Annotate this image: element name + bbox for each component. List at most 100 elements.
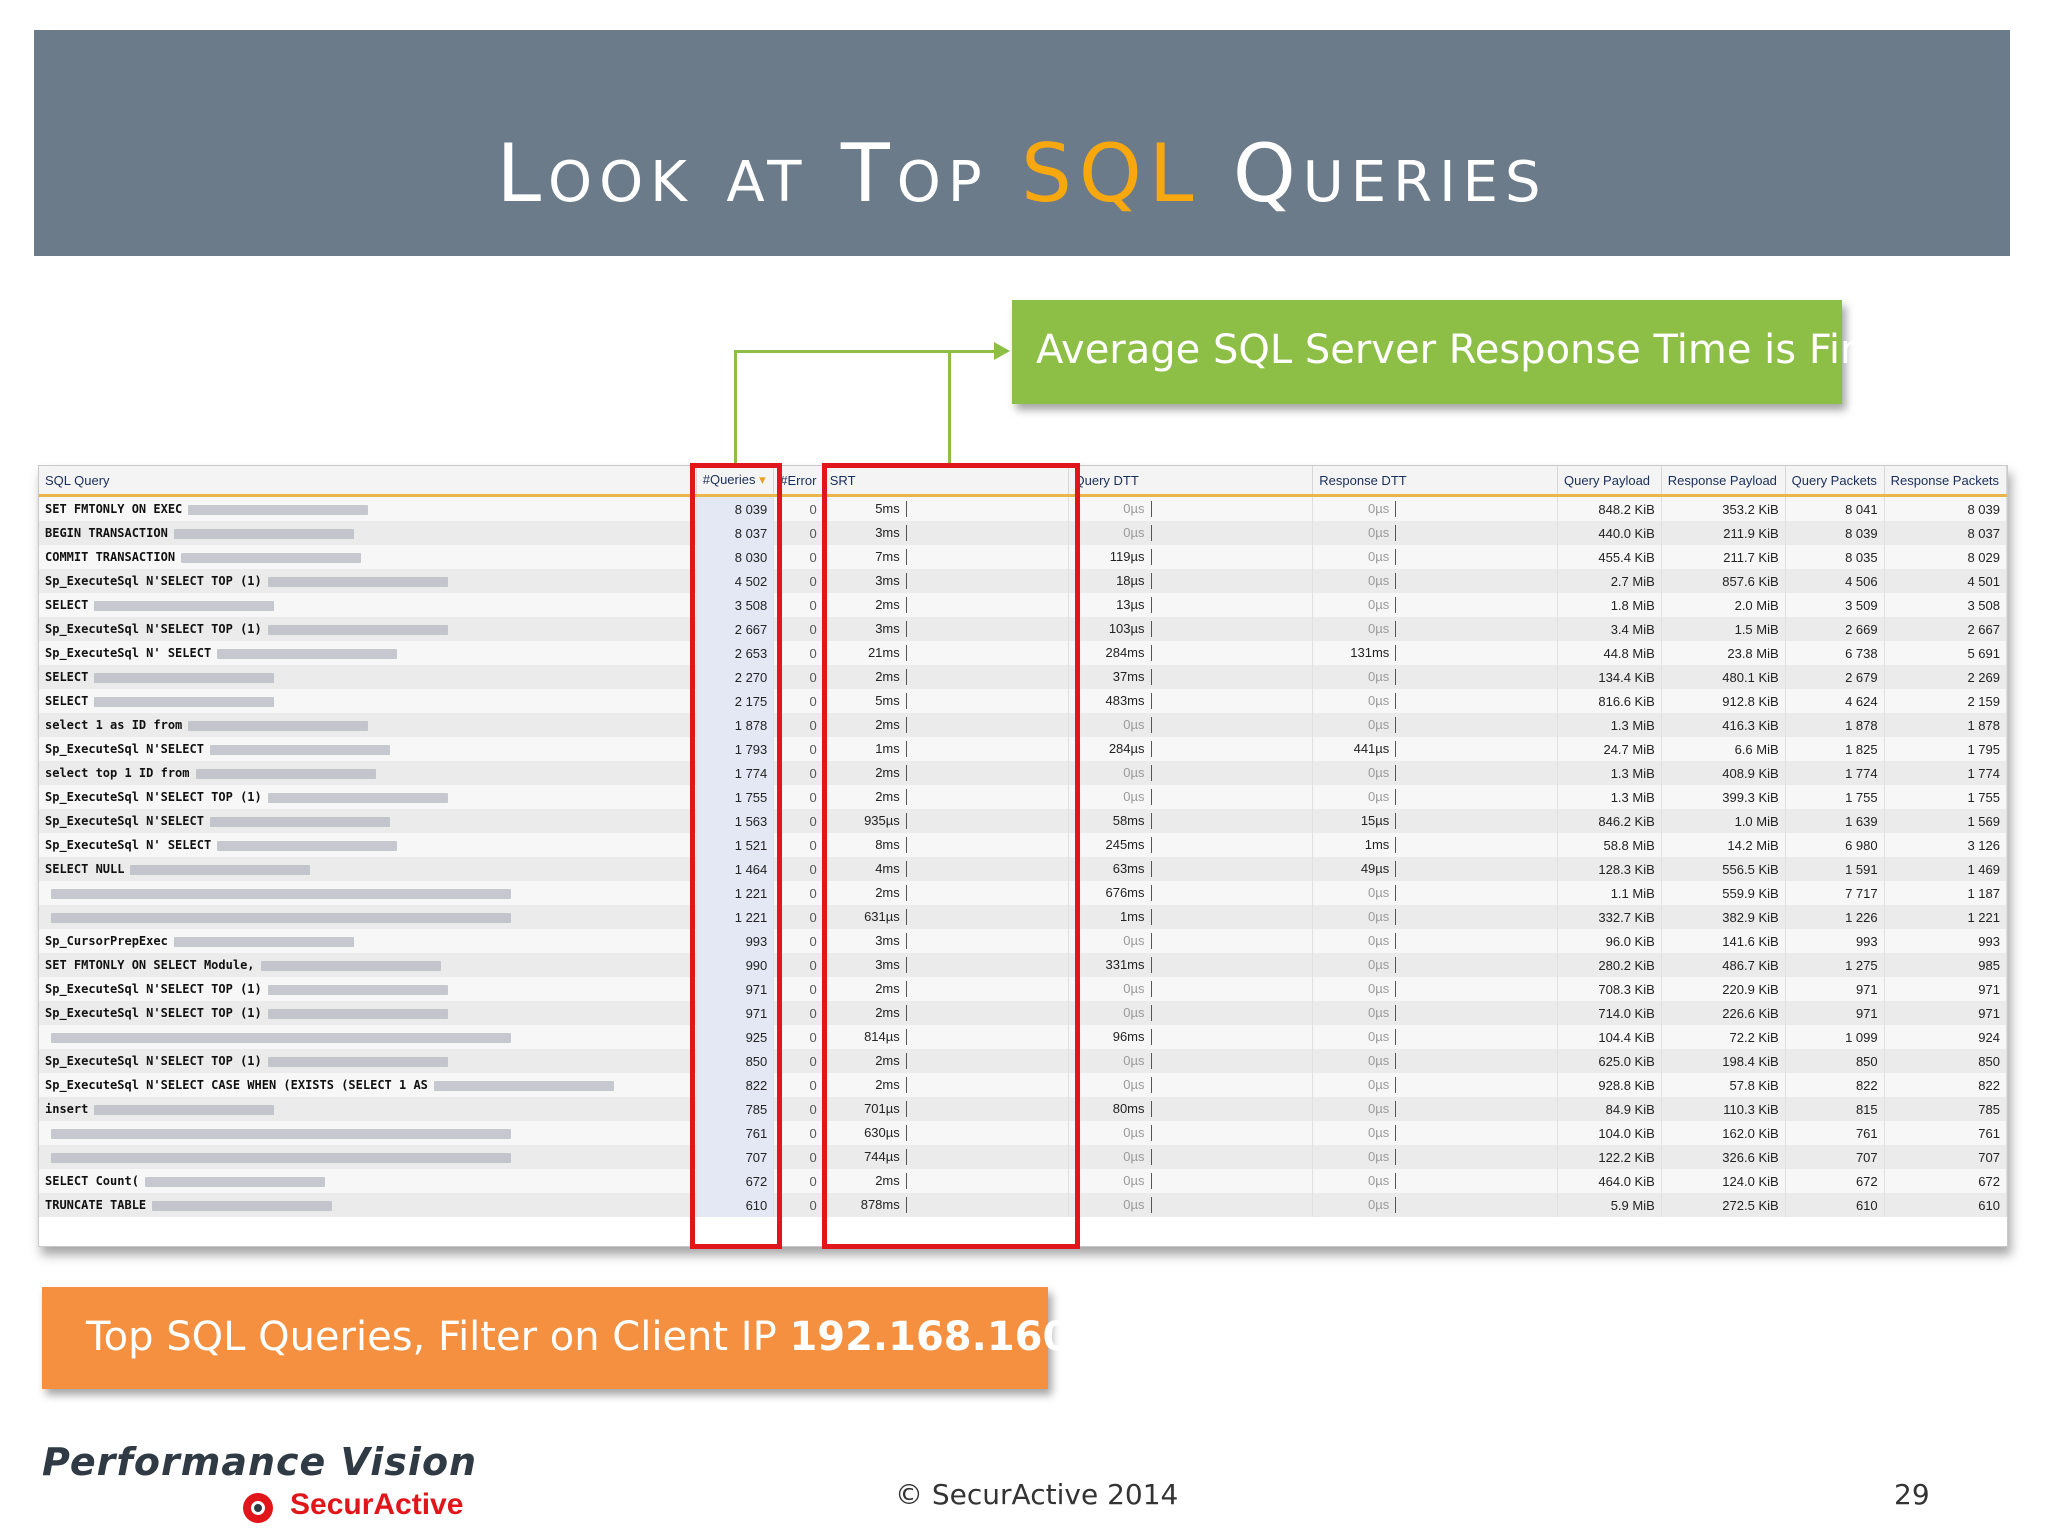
query-payload-cell: 464.0 KiB — [1557, 1169, 1662, 1193]
query-payload-cell: 1.3 MiB — [1557, 713, 1662, 737]
response-dtt-cell: 49µs — [1312, 857, 1559, 881]
response-dtt-cell: 0µs — [1312, 521, 1559, 545]
distribution-tick — [1150, 981, 1152, 998]
query-dtt-cell: 0µs — [1068, 713, 1314, 737]
slide-title: Look at Top SQL Queries — [496, 127, 1548, 220]
query-dtt-cell: 0µs — [1068, 1049, 1314, 1073]
metric-value: 0µs — [1368, 668, 1390, 684]
query-payload-cell: 455.4 KiB — [1557, 545, 1662, 569]
response-packets-cell: 8 029 — [1884, 545, 2008, 569]
col-sql-query[interactable]: SQL Query — [39, 466, 697, 497]
response-payload-cell: 23.8 MiB — [1661, 641, 1786, 665]
redacted-text — [173, 936, 354, 947]
response-dtt-cell: 0µs — [1312, 1025, 1559, 1049]
distribution-tick — [1150, 1197, 1152, 1214]
distribution-tick — [1150, 573, 1152, 590]
sql-query-cell: Sp_ExecuteSql N'SELECT TOP (1) — [39, 1049, 697, 1073]
col-query-dtt[interactable]: Query DTT — [1068, 466, 1314, 497]
redacted-text — [267, 984, 448, 995]
metric-value: 0µs — [1368, 572, 1390, 588]
query-payload-cell: 1.3 MiB — [1557, 785, 1662, 809]
query-dtt-cell: 284ms — [1068, 641, 1314, 665]
sql-query-cell: Sp_ExecuteSql N'SELECT — [39, 809, 697, 833]
sql-query-cell — [39, 881, 697, 905]
query-payload-cell: 1.8 MiB — [1557, 593, 1662, 617]
distribution-tick — [1395, 645, 1397, 662]
sql-query-cell: Sp_ExecuteSql N'SELECT TOP (1) — [39, 617, 697, 641]
query-dtt-cell: 18µs — [1068, 569, 1314, 593]
response-packets-cell: 2 159 — [1884, 689, 2008, 713]
metric-value: 0µs — [1368, 932, 1390, 948]
query-payload-cell: 846.2 KiB — [1557, 809, 1662, 833]
query-dtt-cell: 58ms — [1068, 809, 1314, 833]
response-packets-cell: 924 — [1884, 1025, 2008, 1049]
distribution-tick — [1395, 885, 1397, 902]
col-query-packets[interactable]: Query Packets — [1785, 466, 1885, 497]
query-packets-cell: 3 509 — [1785, 593, 1885, 617]
query-payload-cell: 104.0 KiB — [1557, 1121, 1662, 1145]
callout-filter: Top SQL Queries, Filter on Client IP 192… — [42, 1287, 1113, 1389]
response-dtt-cell: 0µs — [1312, 881, 1559, 905]
query-dtt-cell: 103µs — [1068, 617, 1314, 641]
metric-value: 0µs — [1368, 1052, 1390, 1068]
col-response-packets[interactable]: Response Packets — [1884, 466, 2008, 497]
distribution-tick — [1150, 621, 1152, 638]
distribution-tick — [1395, 693, 1397, 710]
distribution-tick — [1150, 1125, 1152, 1142]
col-query-payload[interactable]: Query Payload — [1557, 466, 1662, 497]
metric-value: 0µs — [1123, 500, 1145, 516]
response-dtt-cell: 0µs — [1312, 545, 1559, 569]
col-response-payload[interactable]: Response Payload — [1661, 466, 1786, 497]
metric-value: 0µs — [1368, 596, 1390, 612]
response-packets-cell: 1 569 — [1884, 809, 2008, 833]
distribution-tick — [1150, 933, 1152, 950]
distribution-tick — [1150, 813, 1152, 830]
redacted-text — [173, 528, 354, 539]
metric-value: 331ms — [1105, 956, 1145, 972]
sql-query-cell: BEGIN TRANSACTION — [39, 521, 697, 545]
query-dtt-cell: 0µs — [1068, 1145, 1314, 1169]
query-packets-cell: 2 669 — [1785, 617, 1885, 641]
query-dtt-cell: 119µs — [1068, 545, 1314, 569]
distribution-tick — [1150, 765, 1152, 782]
col-response-dtt[interactable]: Response DTT — [1312, 466, 1559, 497]
query-dtt-cell: 676ms — [1068, 881, 1314, 905]
redacted-text — [51, 1152, 511, 1163]
redacted-text — [209, 816, 390, 827]
response-payload-cell: 399.3 KiB — [1661, 785, 1786, 809]
redacted-text — [94, 1104, 275, 1115]
response-dtt-cell: 0µs — [1312, 905, 1559, 929]
metric-value: 0µs — [1368, 620, 1390, 636]
sql-query-cell: SET FMTONLY ON SELECT Module, — [39, 953, 697, 977]
query-payload-cell: 134.4 KiB — [1557, 665, 1662, 689]
response-dtt-cell: 0µs — [1312, 1073, 1559, 1097]
response-dtt-cell: 0µs — [1312, 593, 1559, 617]
distribution-tick — [1150, 1053, 1152, 1070]
query-payload-cell: 96.0 KiB — [1557, 929, 1662, 953]
query-dtt-cell: 284µs — [1068, 737, 1314, 761]
response-packets-cell: 785 — [1884, 1097, 2008, 1121]
metric-value: 0µs — [1368, 908, 1390, 924]
metric-value: 0µs — [1368, 956, 1390, 972]
response-payload-cell: 272.5 KiB — [1661, 1193, 1786, 1217]
query-payload-cell: 848.2 KiB — [1557, 495, 1662, 521]
page-number: 29 — [1894, 1478, 1930, 1511]
distribution-tick — [1150, 1173, 1152, 1190]
distribution-tick — [1395, 1197, 1397, 1214]
response-dtt-cell: 0µs — [1312, 761, 1559, 785]
distribution-tick — [1395, 1053, 1397, 1070]
response-payload-cell: 141.6 KiB — [1661, 929, 1786, 953]
response-packets-cell: 985 — [1884, 953, 2008, 977]
query-payload-cell: 714.0 KiB — [1557, 1001, 1662, 1025]
redacted-text — [267, 1008, 448, 1019]
response-payload-cell: 326.6 KiB — [1661, 1145, 1786, 1169]
response-payload-cell: 110.3 KiB — [1661, 1097, 1786, 1121]
metric-value: 0µs — [1368, 980, 1390, 996]
query-dtt-cell: 0µs — [1068, 1073, 1314, 1097]
response-payload-cell: 2.0 MiB — [1661, 593, 1786, 617]
client-ip: 192.168.160.4 — [789, 1314, 1114, 1360]
response-packets-cell: 1 187 — [1884, 881, 2008, 905]
metric-value: 58ms — [1112, 812, 1145, 828]
metric-value: 1ms — [1119, 908, 1145, 924]
sql-query-cell: Sp_ExecuteSql N'SELECT TOP (1) — [39, 1001, 697, 1025]
